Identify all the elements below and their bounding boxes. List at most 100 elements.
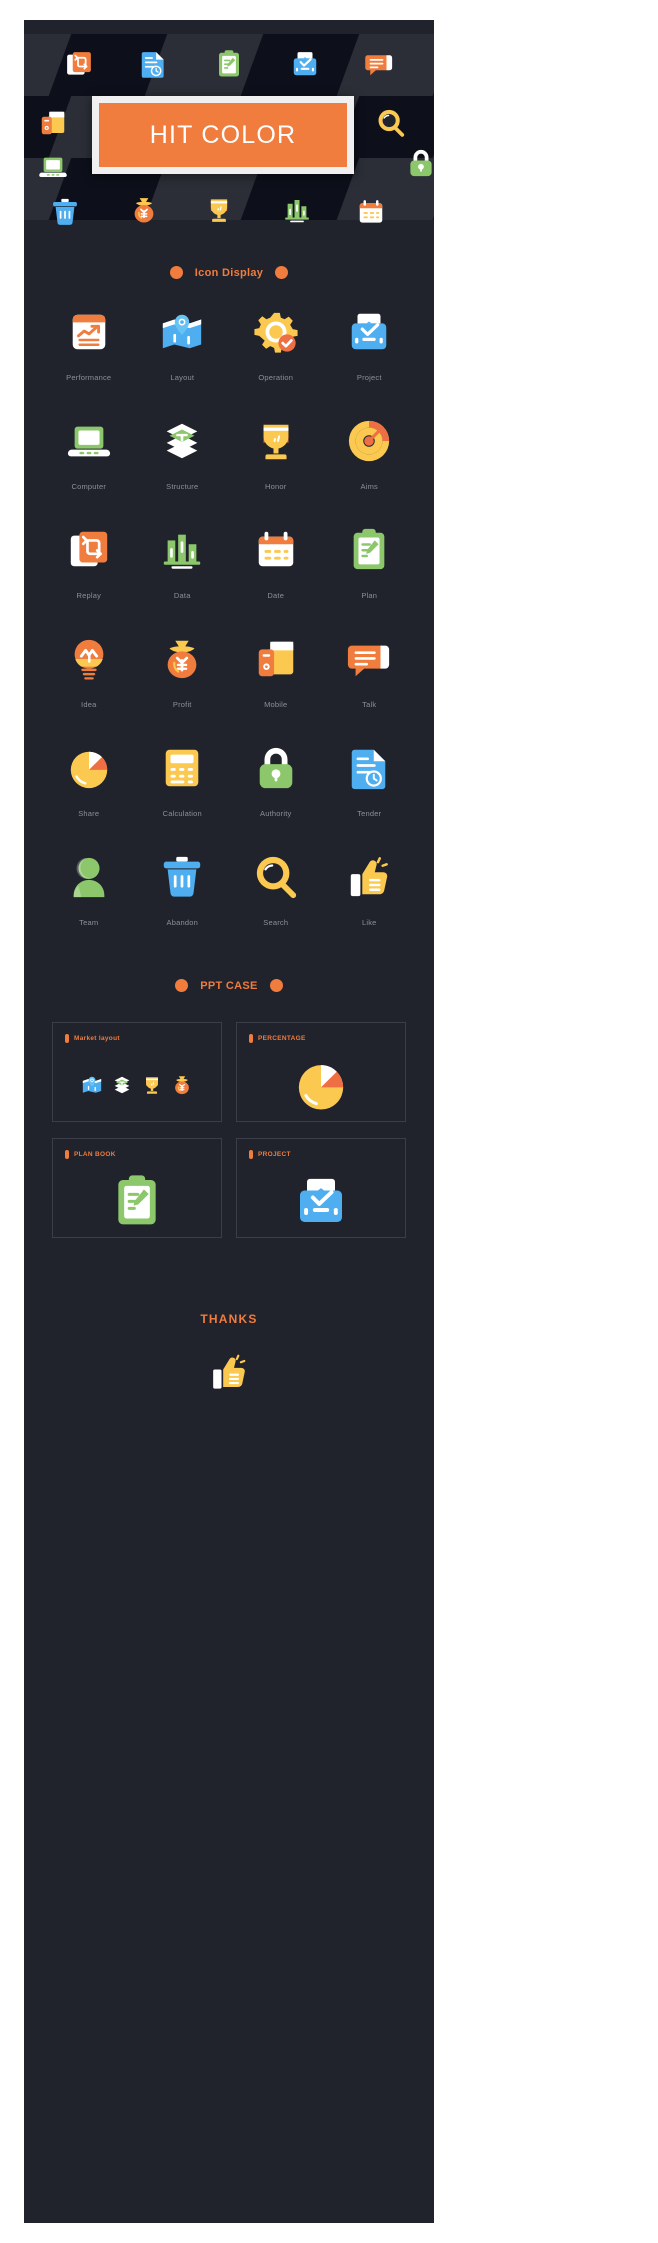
card-content [237, 1173, 405, 1229]
icon-label: Talk [362, 700, 377, 709]
abandon-icon [159, 854, 205, 900]
hit-color-banner-inner: HIT COLOR [99, 103, 347, 167]
share-icon [66, 745, 112, 791]
card-header: Market layout [65, 1034, 209, 1043]
aims-icon [346, 418, 392, 464]
icon-item-plan[interactable]: Plan [323, 527, 417, 600]
tender-icon [138, 49, 168, 79]
thanks-section: THANKS [24, 1312, 434, 1392]
icon-item-like[interactable]: Like [323, 854, 417, 927]
card-project[interactable]: PROJECT [236, 1138, 406, 1238]
plan-icon [214, 49, 244, 79]
icon-item-project[interactable]: Project [323, 309, 417, 382]
hit-color-title: HIT COLOR [149, 120, 297, 149]
calculation-icon [159, 745, 205, 791]
computer-icon [38, 152, 68, 182]
icon-label: Structure [166, 482, 199, 491]
icon-label: Calculation [162, 809, 202, 818]
card-percentage[interactable]: PERCENTAGE [236, 1022, 406, 1122]
profit-icon [159, 636, 205, 682]
icon-item-replay[interactable]: Replay [42, 527, 136, 600]
icon-item-idea[interactable]: Idea [42, 636, 136, 709]
date-icon [356, 197, 386, 227]
icon-item-share[interactable]: Share [42, 745, 136, 818]
talk-icon [364, 49, 394, 79]
icon-label: Aims [360, 482, 378, 491]
icon-label: Team [79, 918, 99, 927]
bullet-dot-icon [173, 979, 189, 994]
idea-icon [66, 636, 112, 682]
icon-item-talk[interactable]: Talk [323, 636, 417, 709]
plan-icon [346, 527, 392, 573]
icon-label: Plan [361, 591, 378, 600]
mobile-icon [253, 636, 299, 682]
card-title: Market layout [74, 1035, 120, 1042]
icon-label: Search [263, 918, 289, 927]
bullet-bar-icon [249, 1150, 253, 1159]
icon-label: Project [356, 373, 382, 382]
ppt-case-title: PPT CASE [200, 979, 258, 992]
bullet-dot-icon [167, 266, 183, 281]
card-header: PROJECT [249, 1150, 393, 1159]
icon-item-date[interactable]: Date [229, 527, 323, 600]
data-icon [282, 195, 312, 225]
icon-label: Like [361, 918, 377, 927]
structure-icon [159, 418, 205, 464]
performance-icon [66, 309, 112, 355]
share-icon [293, 1057, 349, 1113]
icon-label: Performance [66, 373, 112, 382]
icon-item-aims[interactable]: Aims [323, 418, 417, 491]
icon-item-tender[interactable]: Tender [323, 745, 417, 818]
icon-item-calculation[interactable]: Calculation [136, 745, 230, 818]
icon-display-heading: Icon Display [24, 266, 434, 281]
icon-item-authority[interactable]: Authority [229, 745, 323, 818]
replay-icon [64, 49, 94, 79]
hero-banner: HIT COLOR [24, 20, 434, 238]
icon-label: Tender [357, 809, 382, 818]
abandon-icon [50, 197, 80, 227]
card-plan-book[interactable]: PLAN BOOK [52, 1138, 222, 1238]
icon-label: Abandon [166, 918, 198, 927]
icon-item-team[interactable]: Team [42, 854, 136, 927]
icon-label: Share [78, 809, 100, 818]
replay-icon [66, 527, 112, 573]
icon-grid: Performance Layout Operation Project Com… [24, 309, 434, 927]
card-header: PLAN BOOK [65, 1150, 209, 1159]
icon-label: Layout [170, 373, 195, 382]
ppt-case-heading: PPT CASE [24, 979, 434, 994]
icon-item-structure[interactable]: Structure [136, 418, 230, 491]
icon-item-computer[interactable]: Computer [42, 418, 136, 491]
icon-item-profit[interactable]: Profit [136, 636, 230, 709]
icon-item-honor[interactable]: Honor [229, 418, 323, 491]
like-icon [209, 1352, 249, 1392]
date-icon [253, 527, 299, 573]
icon-label: Data [173, 591, 191, 600]
card-market-layout[interactable]: Market layout [52, 1022, 222, 1122]
card-title: PROJECT [258, 1151, 291, 1158]
layout-icon [81, 1074, 103, 1096]
card-content [53, 1173, 221, 1229]
icon-item-operation[interactable]: Operation [229, 309, 323, 382]
honor-icon [141, 1074, 163, 1096]
profit-icon [129, 195, 159, 225]
icon-item-mobile[interactable]: Mobile [229, 636, 323, 709]
icon-label: Operation [258, 373, 294, 382]
icon-item-performance[interactable]: Performance [42, 309, 136, 382]
search-icon [253, 854, 299, 900]
icon-label: Date [267, 591, 285, 600]
structure-icon [111, 1074, 133, 1096]
search-icon [376, 108, 406, 138]
icon-label: Idea [81, 700, 97, 709]
icon-item-layout[interactable]: Layout [136, 309, 230, 382]
icon-label: Computer [71, 482, 107, 491]
computer-icon [66, 418, 112, 464]
operation-icon [253, 309, 299, 355]
bullet-dot-icon [273, 266, 289, 281]
icon-item-search[interactable]: Search [229, 854, 323, 927]
mobile-icon [38, 108, 68, 138]
honor-icon [204, 195, 234, 225]
team-icon [66, 854, 112, 900]
card-content [237, 1057, 405, 1113]
icon-item-abandon[interactable]: Abandon [136, 854, 230, 927]
icon-item-data[interactable]: Data [136, 527, 230, 600]
